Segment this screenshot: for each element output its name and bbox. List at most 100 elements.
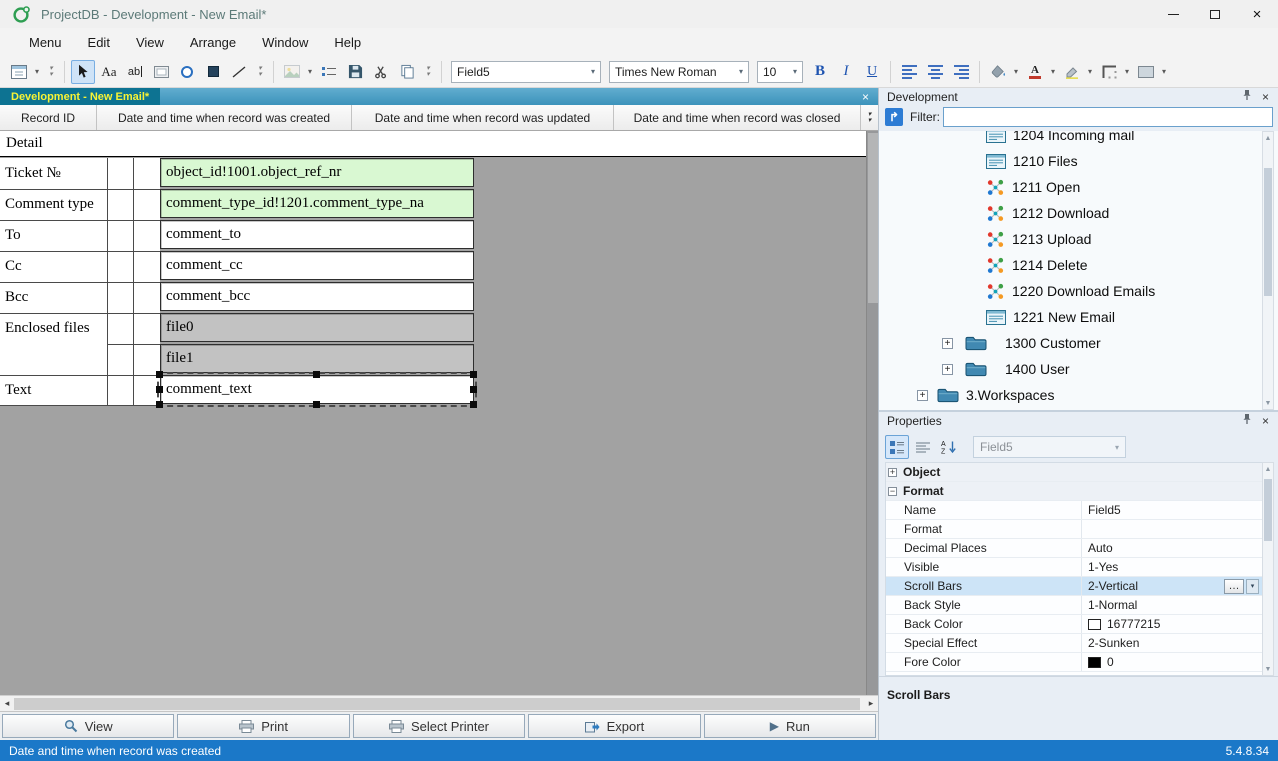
tree-item-1204-incoming-mail[interactable]: 1204 Incoming mail <box>879 131 1278 148</box>
form-view-button[interactable] <box>7 60 31 84</box>
export-button[interactable]: Export <box>528 714 700 738</box>
property-row-special-effect[interactable]: Special Effect 2-Sunken <box>886 634 1262 653</box>
detail-band-canvas[interactable]: Ticket № Comment type To Cc Bcc Enclosed… <box>0 158 866 695</box>
column-header-created[interactable]: Date and time when record was created <box>97 105 352 130</box>
tab-close-icon[interactable]: × <box>853 88 878 105</box>
property-category-object[interactable]: + Object <box>886 463 1262 482</box>
scrollbar-thumb[interactable] <box>868 133 878 303</box>
tree-item-1212-download[interactable]: 1212 Download <box>879 200 1278 226</box>
scroll-up-icon[interactable]: ▲ <box>1263 132 1273 144</box>
column-header-record-id[interactable]: Record ID <box>0 105 97 130</box>
detail-band-header[interactable]: Detail <box>0 131 866 157</box>
save-button[interactable] <box>343 60 367 84</box>
scroll-left-icon[interactable]: ◂ <box>0 696 14 711</box>
chevron-down-icon[interactable]: ▾ <box>1159 67 1169 76</box>
chevron-down-icon[interactable]: ▾ <box>32 67 42 76</box>
categorized-view-button[interactable] <box>885 435 909 459</box>
menu-item-edit[interactable]: Edit <box>75 28 123 56</box>
view-button[interactable]: View <box>2 714 174 738</box>
expand-icon[interactable]: + <box>888 468 897 477</box>
property-category-format[interactable]: − Format <box>886 482 1262 501</box>
designer-label-ticket[interactable]: Ticket № <box>0 158 160 189</box>
property-row-back-color[interactable]: Back Color 16777215 <box>886 615 1262 634</box>
checkbox-tool[interactable] <box>201 60 225 84</box>
field-file0[interactable]: file0 <box>160 313 474 342</box>
tab-development-new-email[interactable]: Development - New Email* <box>0 88 160 105</box>
align-left-button[interactable] <box>897 60 921 84</box>
label-tool[interactable]: Aa <box>97 60 121 84</box>
italic-button[interactable]: I <box>834 60 858 84</box>
underline-button[interactable]: U <box>860 60 884 84</box>
maximize-button[interactable] <box>1194 0 1236 28</box>
tree-item-1400-user[interactable]: + 1400 User <box>879 356 1278 382</box>
sort-az-icon[interactable]: AZ <box>937 435 961 459</box>
align-center-button[interactable] <box>923 60 947 84</box>
property-row-visible[interactable]: Visible 1-Yes <box>886 558 1262 577</box>
fill-color-button[interactable] <box>986 60 1010 84</box>
designer-label-text[interactable]: Text <box>0 375 160 406</box>
filter-go-button[interactable]: ↱ <box>885 108 903 126</box>
scrollbar-thumb[interactable] <box>14 698 860 710</box>
toolbar-overflow-icon[interactable]: ▾▾ <box>422 66 434 78</box>
print-button[interactable]: Print <box>177 714 349 738</box>
tree-item-1213-upload[interactable]: 1213 Upload <box>879 226 1278 252</box>
menu-item-menu[interactable]: Menu <box>16 28 75 56</box>
field-comment-bcc[interactable]: comment_bcc <box>160 282 474 311</box>
selection-handle[interactable] <box>156 371 163 378</box>
option-button-tool[interactable] <box>175 60 199 84</box>
scroll-up-icon[interactable]: ▲ <box>1263 463 1273 475</box>
selection-handle[interactable] <box>156 401 163 408</box>
alphabetical-view-button[interactable] <box>911 435 935 459</box>
tree-item-1211-open[interactable]: 1211 Open <box>879 174 1278 200</box>
scroll-down-icon[interactable]: ▼ <box>1263 663 1273 675</box>
property-row-decimal-places[interactable]: Decimal Places Auto <box>886 539 1262 558</box>
list-button[interactable] <box>317 60 341 84</box>
line-style-button[interactable] <box>1134 60 1158 84</box>
designer-label-comment-type[interactable]: Comment type <box>0 189 160 220</box>
chevron-down-icon[interactable]: ▾ <box>305 67 315 76</box>
tree-item-workspaces[interactable]: + 3.Workspaces <box>879 382 1278 408</box>
close-icon[interactable]: × <box>1262 90 1269 104</box>
property-object-combo[interactable]: Field5 ▾ <box>973 436 1126 458</box>
collapse-icon[interactable]: − <box>888 487 897 496</box>
pointer-tool[interactable] <box>71 60 95 84</box>
designer-label-bcc[interactable]: Bcc <box>0 282 160 313</box>
filter-input[interactable] <box>943 107 1273 127</box>
selection-handle[interactable] <box>313 401 320 408</box>
cut-button[interactable] <box>369 60 393 84</box>
minimize-button[interactable] <box>1152 0 1194 28</box>
property-row-name[interactable]: Name Field5 <box>886 501 1262 520</box>
field-file1[interactable]: file1 <box>160 344 474 373</box>
highlight-color-button[interactable] <box>1060 60 1084 84</box>
selection-handle[interactable] <box>156 386 163 393</box>
tree-scrollbar[interactable]: ▲ ▼ <box>1262 131 1274 410</box>
expand-icon[interactable]: + <box>942 364 953 375</box>
field-comment-to[interactable]: comment_to <box>160 220 474 249</box>
designer-label-cc[interactable]: Cc <box>0 251 160 282</box>
selection-handle[interactable] <box>470 401 477 408</box>
scrollbar-thumb[interactable] <box>1264 168 1272 296</box>
chevron-down-icon[interactable]: ▾ <box>1011 67 1021 76</box>
property-row-fore-color[interactable]: Fore Color 0 <box>886 653 1262 672</box>
tree-item-1220-download-emails[interactable]: 1220 Download Emails <box>879 278 1278 304</box>
scroll-down-icon[interactable]: ▼ <box>1263 397 1273 409</box>
property-row-format[interactable]: Format <box>886 520 1262 539</box>
font-family-combo[interactable]: Times New Roman ▾ <box>609 61 749 83</box>
design-vertical-scrollbar[interactable] <box>866 131 878 695</box>
selection-handle[interactable] <box>313 371 320 378</box>
menu-item-window[interactable]: Window <box>249 28 321 56</box>
selection-handle[interactable] <box>470 386 477 393</box>
toolbar-overflow-icon[interactable]: ▾▾ <box>254 66 266 78</box>
ellipsis-button[interactable]: … <box>1224 579 1244 594</box>
close-button[interactable]: × <box>1236 0 1278 28</box>
field-selector-combo[interactable]: Field5 ▾ <box>451 61 601 83</box>
chevron-down-icon[interactable]: ▾ <box>1085 67 1095 76</box>
field-object-ref[interactable]: object_id!1001.object_ref_nr <box>160 158 474 187</box>
scrollbar-thumb[interactable] <box>1264 479 1272 541</box>
column-overflow-icon[interactable]: ▾▾ <box>861 105 878 130</box>
column-header-updated[interactable]: Date and time when record was updated <box>352 105 614 130</box>
pin-icon[interactable] <box>1241 89 1253 104</box>
toolbar-overflow-icon[interactable]: ▾▾ <box>45 66 57 78</box>
designer-label-enclosed-files[interactable]: Enclosed files <box>0 313 160 344</box>
picture-button[interactable] <box>280 60 304 84</box>
